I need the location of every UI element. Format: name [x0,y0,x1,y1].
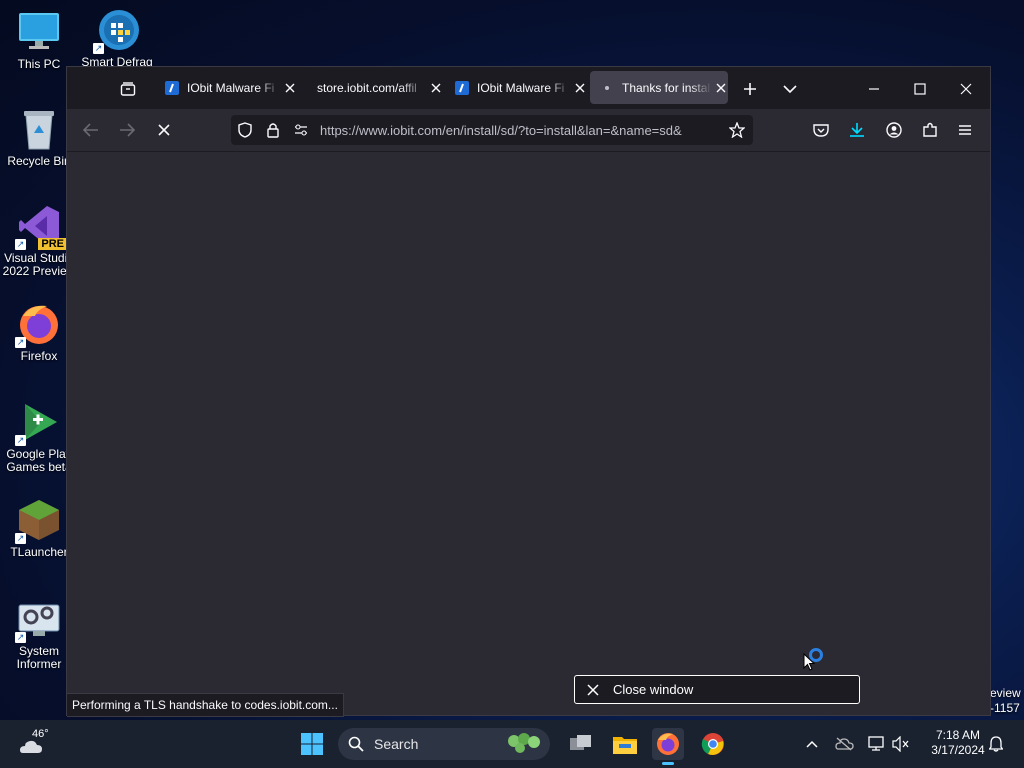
google-play-games-icon: ↗ [15,400,61,446]
shortcut-arrow-icon: ↗ [93,43,104,54]
search-label: Search [374,736,419,752]
firefox-window: IObit Malware Fi store.iobit.com/affil I… [67,67,990,717]
tracking-protection-shield-icon[interactable] [237,122,253,138]
active-app-indicator [662,762,674,765]
shortcut-arrow-icon: ↗ [15,435,26,446]
firefox-icon: ↗ [15,302,61,348]
desktop-icon-smart-defrag[interactable]: ↗ Smart Defrag [78,8,156,69]
tab-title: store.iobit.com/affil [317,80,417,95]
task-view-icon[interactable] [565,728,597,760]
close-tab-icon[interactable] [283,81,297,95]
tab-thanks-for-installing[interactable]: Thanks for instal [590,71,728,104]
close-icon [587,683,599,696]
onedrive-offline-icon[interactable] [832,728,856,760]
close-tab-icon[interactable] [714,81,728,95]
bookmark-star-icon[interactable] [729,122,745,138]
tab-title: IObit Malware Fi [477,80,565,95]
visual-studio-icon: PRE ↗ [15,204,67,250]
close-tab-icon[interactable] [573,81,587,95]
maximize-window-icon[interactable] [903,77,937,101]
shortcut-arrow-icon: ↗ [15,533,26,544]
downloads-icon[interactable] [845,118,869,142]
iobit-icon [455,80,469,95]
tab-iobit-malware-fighter-2[interactable]: IObit Malware Fi [445,71,589,104]
monitor-icon [17,10,61,54]
desktop-icon-partial-label: eview -1157 [990,686,1021,716]
system-informer-icon: ↗ [15,597,61,643]
back-arrow-icon[interactable] [79,118,103,142]
shortcut-arrow-icon: ↗ [15,337,26,348]
extensions-puzzle-icon[interactable] [918,118,942,142]
minimize-window-icon[interactable] [857,77,891,101]
tab-title: IObit Malware Fi [187,80,275,95]
tlauncher-grass-block-icon: ↗ [15,498,61,544]
pre-badge: PRE [38,238,67,250]
tab-iobit-malware-fighter-1[interactable]: IObit Malware Fi [155,71,299,104]
show-hidden-icons-chevron-icon[interactable] [800,728,824,760]
taskbar: 46° Search 7:18 AM 3/17/2024 [0,720,1024,768]
close-window-icon[interactable] [949,77,983,101]
mouse-cursor-icon [803,653,815,671]
cloud-icon [20,740,42,753]
hamburger-menu-icon[interactable] [953,118,977,142]
stop-loading-x-icon[interactable] [152,118,176,142]
loading-dot-icon [600,81,614,95]
shortcut-arrow-icon: ↗ [15,632,26,643]
tab-store-iobit[interactable]: store.iobit.com/affil [301,71,445,104]
network-icon[interactable] [864,728,888,760]
desktop-icon-this-pc[interactable]: This PC [0,10,78,71]
recycle-bin-icon [17,107,61,151]
account-icon[interactable] [882,118,906,142]
new-tab-plus-icon[interactable] [738,77,762,101]
close-tab-icon[interactable] [429,81,443,95]
iobit-icon [165,80,179,95]
smart-defrag-icon: ↗ [93,8,139,54]
permissions-sliders-icon[interactable] [293,122,309,138]
notifications-bell-icon[interactable] [984,728,1008,760]
start-windows-icon[interactable] [296,728,328,760]
shortcut-arrow-icon: ↗ [15,239,26,250]
taskbar-chrome-icon[interactable] [697,728,729,760]
taskbar-search-box[interactable]: Search [338,728,550,760]
tab-bar: IObit Malware Fi store.iobit.com/affil I… [67,67,990,109]
tab-title: Thanks for instal [622,80,711,95]
status-panel: Performing a TLS handshake to codes.iobi… [67,693,344,717]
close-window-label: Close window [613,682,694,697]
file-explorer-icon[interactable] [609,728,641,760]
close-window-button[interactable]: Close window [574,675,860,704]
url-bar[interactable]: https://www.iobit.com/en/install/sd/?to=… [231,115,753,145]
search-highlight-clover-icon [508,733,540,753]
lock-icon[interactable] [265,122,281,138]
page-content-area[interactable] [67,152,990,715]
list-all-tabs-chevron-icon[interactable] [778,77,802,101]
weather-temp: 46° [32,728,49,740]
partial-label-line: -1157 [990,701,1020,715]
partial-label-line: eview [990,686,1021,700]
firefox-view-icon[interactable] [117,78,139,100]
url-text: https://www.iobit.com/en/install/sd/?to=… [320,123,682,138]
volume-muted-icon[interactable] [889,728,913,760]
navigation-toolbar: https://www.iobit.com/en/install/sd/?to=… [67,109,990,152]
search-icon [348,736,364,752]
taskbar-firefox-icon[interactable] [652,728,684,765]
weather-widget[interactable]: 46° [14,728,64,760]
pocket-icon[interactable] [809,118,833,142]
forward-arrow-icon[interactable] [115,118,139,142]
